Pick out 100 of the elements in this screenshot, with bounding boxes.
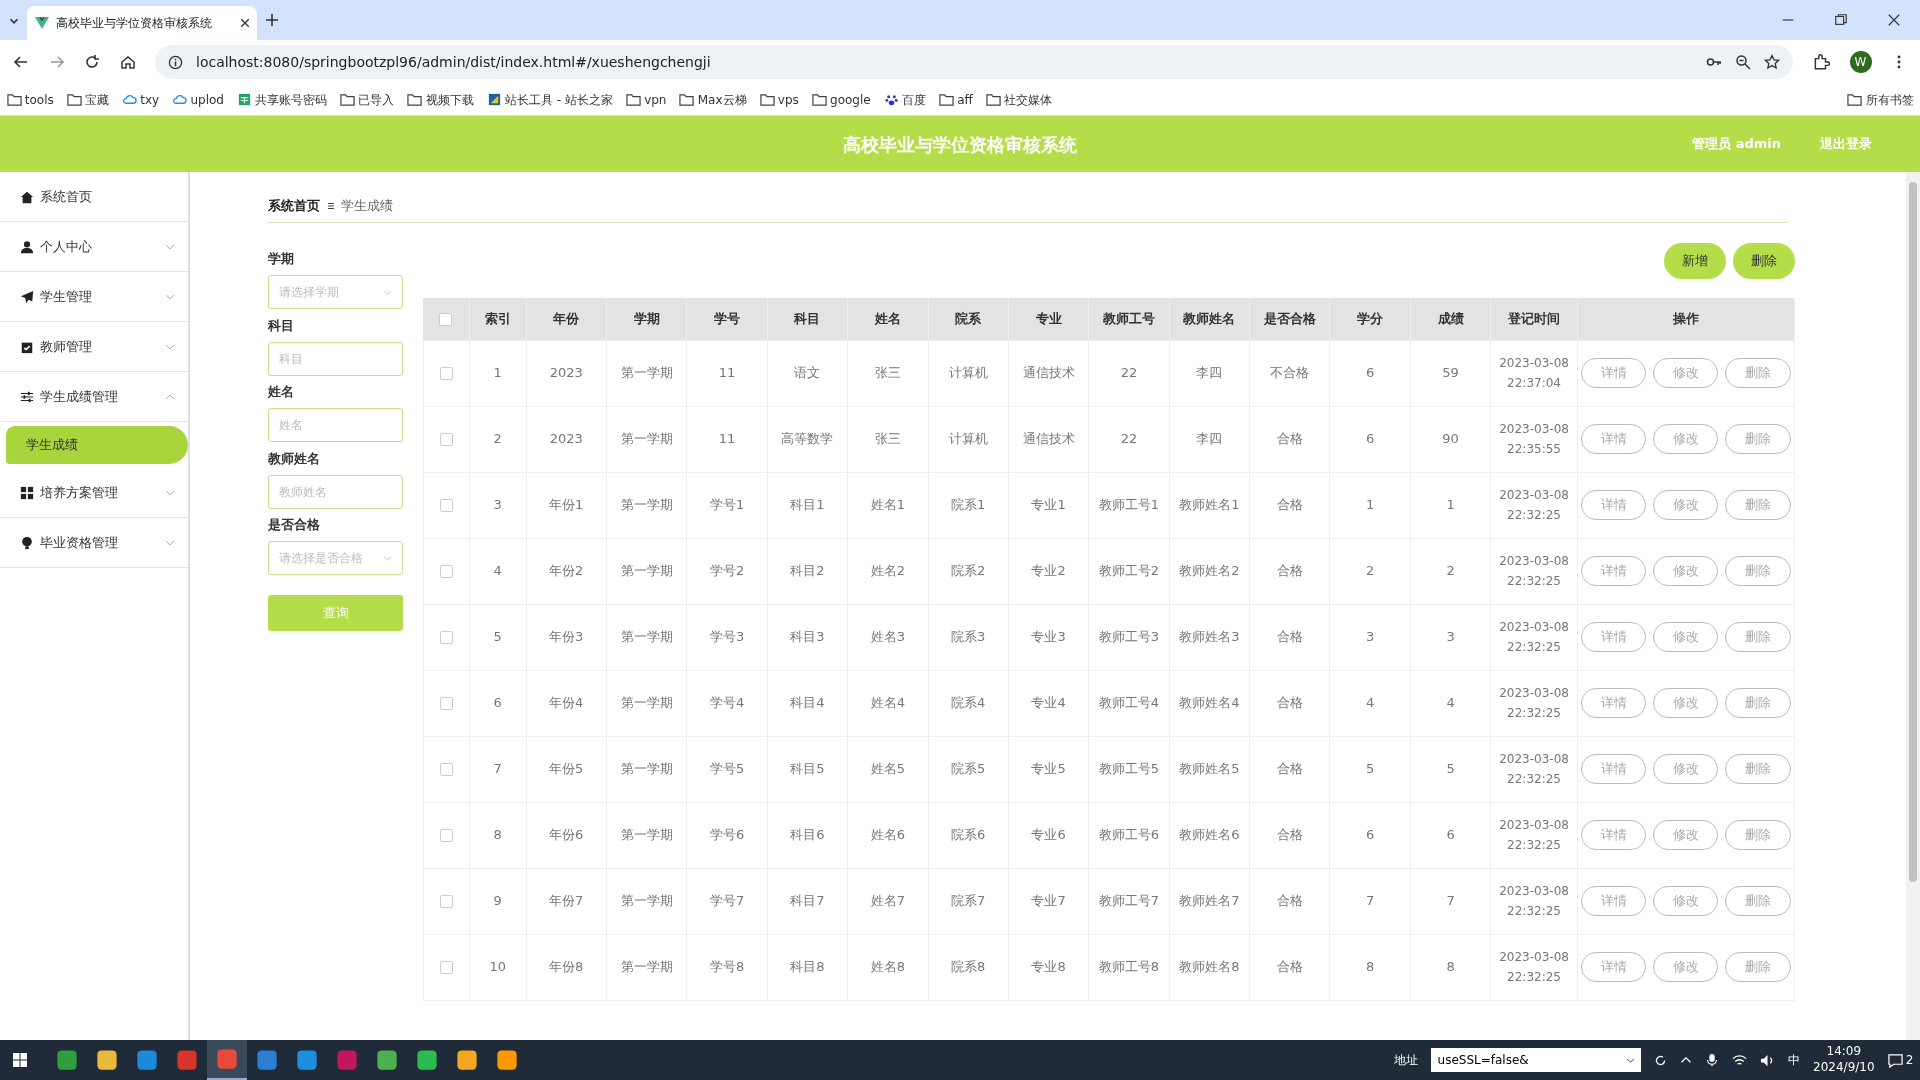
zoom-icon[interactable]	[1734, 54, 1751, 70]
chevron-icon	[383, 287, 392, 297]
profile-avatar[interactable]: W	[1849, 51, 1872, 73]
table-cell: 2023-03-08 22:32:25	[1490, 934, 1578, 1000]
row-checkbox[interactable]	[439, 763, 453, 777]
row-checkbox[interactable]	[439, 499, 453, 513]
bookmark[interactable]: 视频下载	[407, 90, 474, 109]
bookmark[interactable]: aff	[938, 90, 973, 109]
sidebar-item[interactable]: 学生管理	[0, 272, 188, 322]
bookmark[interactable]: 所有书签	[1847, 90, 1914, 109]
table-cell: 教师工号4	[1088, 670, 1170, 736]
app-icon[interactable]	[455, 1049, 478, 1071]
bookmark[interactable]: google	[811, 90, 871, 109]
table-cell: 学号7	[686, 868, 768, 934]
select-all-checkbox[interactable]	[439, 313, 453, 326]
table-cell: 4	[1410, 670, 1491, 736]
close-icon[interactable]	[1886, 13, 1901, 27]
table-cell: 李四	[1169, 340, 1250, 406]
clock-date[interactable]: 2024/9/10	[1813, 1060, 1875, 1076]
table-cell: 7	[1329, 868, 1411, 934]
column-header: 姓名	[847, 298, 928, 340]
extensions-icon[interactable]	[1812, 53, 1830, 71]
app-icon[interactable]	[135, 1049, 158, 1071]
app-icon[interactable]	[415, 1049, 438, 1071]
info-icon[interactable]	[168, 54, 183, 70]
sidebar-item[interactable]: 学生成绩管理	[0, 372, 188, 422]
sidebar-subitem[interactable]: 学生成绩	[6, 426, 188, 464]
app-icon[interactable]	[495, 1049, 518, 1071]
table-cell: 22	[1088, 406, 1170, 472]
home-icon[interactable]	[119, 54, 136, 70]
table-cell: 学号1	[686, 472, 768, 538]
table-cell: 11	[686, 340, 768, 406]
filter-label: 是否合格	[268, 516, 321, 534]
app-icon[interactable]	[55, 1049, 78, 1071]
close-icon[interactable]	[238, 17, 251, 29]
table-cell: 2023	[526, 406, 607, 472]
sidebar-item[interactable]: 系统首页	[0, 172, 188, 222]
browser-tab[interactable]: 高校毕业与学位资格审核系统	[27, 6, 257, 40]
refresh-icon[interactable]	[1654, 1053, 1668, 1067]
restore-icon[interactable]	[1833, 13, 1848, 27]
table-cell: 2023-03-08 22:32:25	[1490, 868, 1578, 934]
back-icon[interactable]	[13, 54, 29, 70]
sidebar-item[interactable]: 培养方案管理	[0, 468, 188, 518]
input-field[interactable]: 教师姓名	[268, 474, 403, 509]
input-field[interactable]: 姓名	[268, 408, 403, 442]
bookmark[interactable]: 百度	[883, 90, 926, 109]
table-cell: 5	[1410, 736, 1491, 802]
row-checkbox[interactable]	[439, 631, 453, 645]
column-header: 院系	[928, 298, 1009, 340]
table-cell: 语文	[767, 340, 848, 406]
row-checkbox[interactable]	[439, 565, 453, 579]
table-cell: 科目5	[767, 736, 848, 802]
app-icon[interactable]	[95, 1049, 118, 1071]
v-logo-icon	[33, 15, 50, 31]
bookmark[interactable]: 宝藏	[66, 90, 109, 109]
bookmark[interactable]: vpn	[625, 90, 667, 109]
row-checkbox[interactable]	[439, 895, 453, 909]
sidebar-item[interactable]: 个人中心	[0, 222, 188, 272]
clock-time[interactable]: 14:09	[1826, 1044, 1862, 1060]
microphone-icon[interactable]	[1705, 1053, 1720, 1067]
input-field[interactable]: 科目	[268, 341, 403, 376]
row-checkbox[interactable]	[439, 829, 453, 843]
bookmark[interactable]: tools	[6, 90, 54, 109]
bookmark[interactable]: 站长工具 - 站长之家	[486, 90, 613, 109]
star-icon[interactable]	[1763, 54, 1780, 70]
sidebar-item[interactable]: 教师管理	[0, 322, 188, 372]
row-checkbox[interactable]	[439, 367, 453, 381]
bookmark[interactable]: vps	[759, 90, 799, 109]
bookmark[interactable]: 社交媒体	[985, 90, 1053, 109]
notification-icon[interactable]	[1887, 1052, 1903, 1068]
address-label: 地址	[1394, 1052, 1419, 1069]
table-cell: 3	[1329, 604, 1411, 670]
breadcrumb-link[interactable]: 系统首页	[268, 196, 320, 216]
ime-indicator[interactable]: 中	[1788, 1051, 1801, 1069]
table-cell: 1	[1329, 472, 1411, 538]
add-button[interactable]: 新增	[1664, 242, 1726, 279]
sidebar-item[interactable]: 毕业资格管理	[0, 518, 188, 568]
app-icon[interactable]	[255, 1049, 278, 1071]
row-checkbox[interactable]	[439, 433, 453, 447]
address-field[interactable]: useSSL=false&	[1431, 1048, 1642, 1072]
reload-icon[interactable]	[84, 54, 100, 70]
table-cell: 院系6	[928, 802, 1009, 868]
table-cell: 第一学期	[606, 868, 687, 934]
app-icon[interactable]	[295, 1049, 318, 1071]
bookmark[interactable]: 已导入	[340, 90, 395, 109]
scrollbar-thumb[interactable]	[1909, 182, 1917, 882]
bookmark[interactable]: 共享账号密码	[236, 90, 328, 109]
new-tab-icon[interactable]	[263, 12, 280, 28]
scrollbar[interactable]	[1906, 172, 1920, 1040]
forward-icon[interactable]	[48, 54, 65, 70]
table-cell: 2023-03-08 22:32:25	[1490, 604, 1578, 670]
app-icon[interactable]	[375, 1049, 398, 1071]
delete-button[interactable]: 删除	[1732, 242, 1795, 279]
row-checkbox[interactable]	[439, 961, 453, 975]
bookmark[interactable]: uplod	[172, 90, 224, 109]
bookmark[interactable]: Max云梯	[679, 90, 747, 109]
windows-start-icon[interactable]	[12, 1052, 28, 1068]
table-cell: 6	[469, 670, 527, 736]
bookmark[interactable]: txy	[122, 90, 160, 109]
row-checkbox[interactable]	[439, 697, 453, 711]
